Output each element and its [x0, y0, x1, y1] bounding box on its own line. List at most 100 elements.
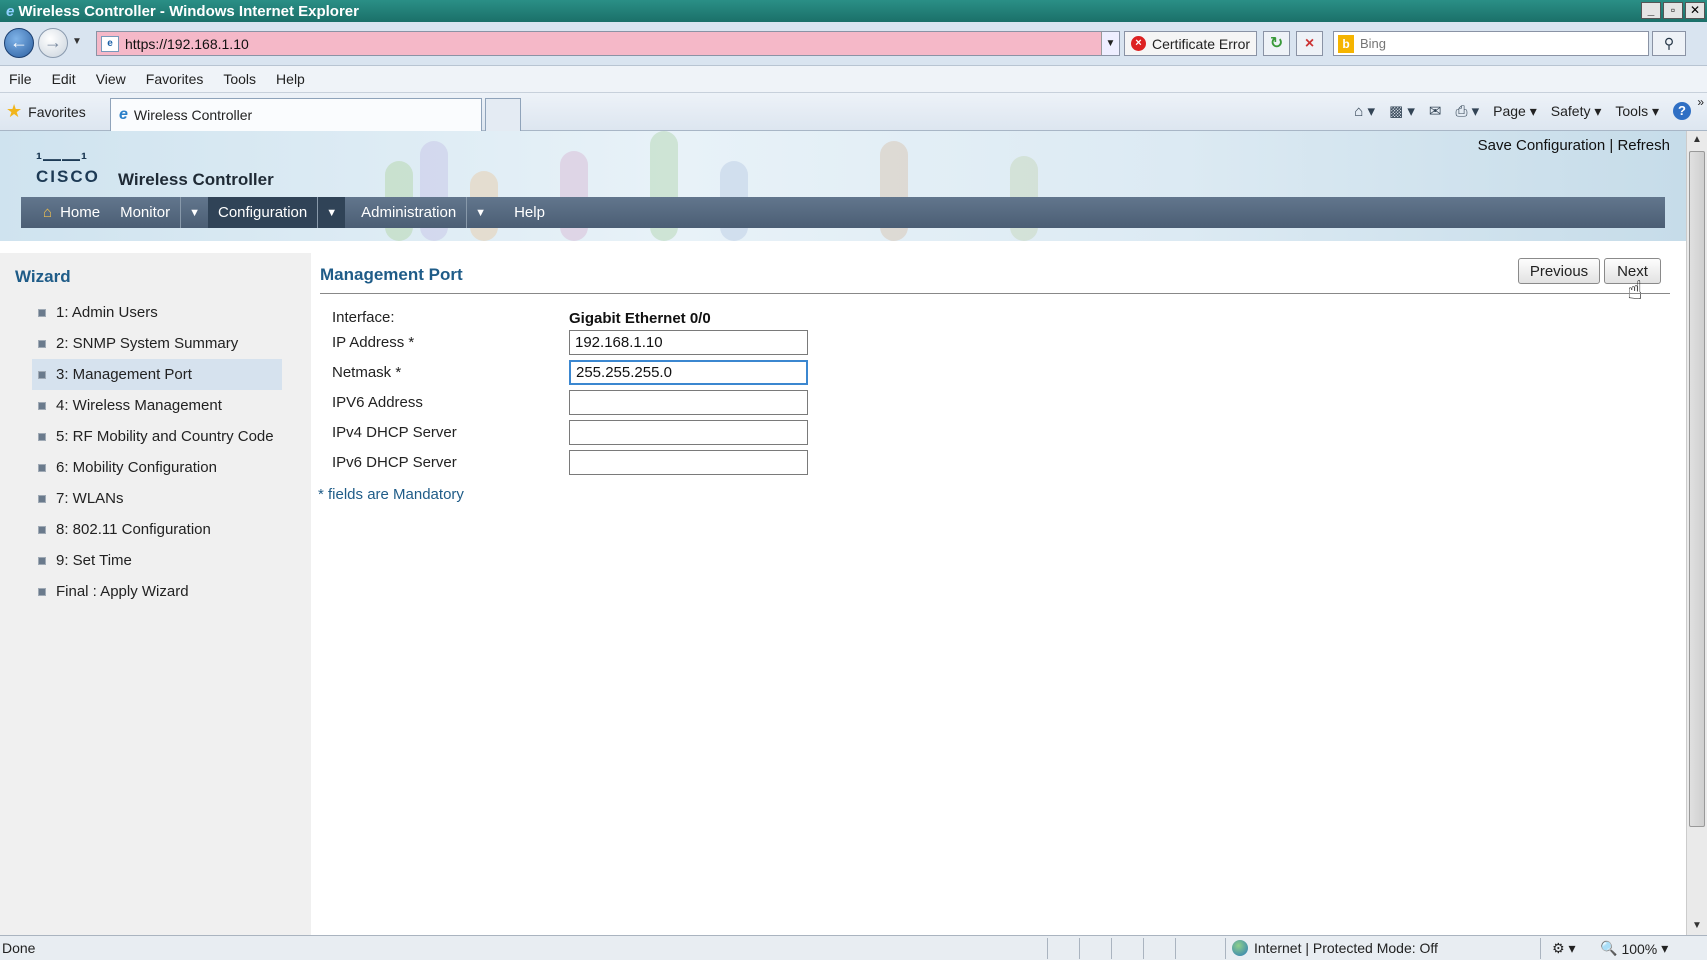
back-arrow-icon[interactable]: ← [4, 28, 34, 58]
cisco-logo: ¹——¹ CISCO [36, 150, 100, 187]
menu-favorites[interactable]: Favorites [146, 71, 204, 87]
address-bar[interactable]: e ▼ [96, 31, 1120, 56]
nav-monitor[interactable]: Monitor [110, 197, 180, 228]
wizard-step-admin-users[interactable]: 1: Admin Users [32, 297, 282, 328]
search-input[interactable] [1360, 36, 1630, 51]
search-box[interactable]: b [1333, 31, 1649, 56]
wizard-step-rf-mobility[interactable]: 5: RF Mobility and Country Code [32, 421, 282, 452]
star-icon: ★ [6, 101, 23, 121]
close-window-button[interactable]: ✕ [1685, 2, 1705, 19]
netmask-label: Netmask * [332, 364, 402, 381]
new-tab-button[interactable] [485, 98, 521, 131]
favorites-button[interactable]: ★ Favorites [6, 101, 86, 122]
url-input[interactable] [125, 35, 1075, 52]
chevron-right-icon[interactable]: » [1697, 95, 1704, 109]
wizard-step-set-time[interactable]: 9: Set Time [32, 545, 282, 576]
ipv4-dhcp-row: IPv4 DHCP Server [332, 420, 1132, 446]
maximize-button[interactable]: ▫ [1663, 2, 1683, 19]
page-menu[interactable]: Page ▾ [1493, 103, 1537, 120]
wizard-step-wireless-management[interactable]: 4: Wireless Management [32, 390, 282, 421]
configuration-dropdown-icon[interactable]: ▼ [317, 197, 346, 228]
nav-help[interactable]: Help [494, 197, 555, 228]
address-toolbar: ← → ▼ e ▼ × Certificate Error ↻ × b ⚲ [0, 22, 1707, 66]
bullet-icon [38, 525, 46, 534]
netmask-input[interactable] [569, 360, 808, 385]
browser-tab[interactable]: e Wireless Controller [110, 98, 482, 131]
ipv6-address-label: IPV6 Address [332, 394, 423, 411]
ipv4-dhcp-input[interactable] [569, 420, 808, 445]
scroll-thumb[interactable] [1689, 151, 1705, 827]
menu-view[interactable]: View [96, 71, 126, 87]
netmask-row: Netmask * [332, 360, 1132, 386]
command-bar: ⌂ ▾ ▩ ▾ ✉ ⎙ ▾ Page ▾ Safety ▾ Tools ▾ ? [1354, 102, 1691, 120]
zoom-control[interactable]: 🔍 100% ▾ [1600, 940, 1668, 957]
tools-menu-label: Tools [1615, 102, 1649, 119]
ipv6-dhcp-input[interactable] [569, 450, 808, 475]
wizard-step-80211-configuration[interactable]: 8: 802.11 Configuration [32, 514, 282, 545]
menu-edit[interactable]: Edit [52, 71, 76, 87]
home-page-icon[interactable]: ⌂ ▾ [1354, 102, 1375, 120]
mail-icon[interactable]: ✉ [1429, 102, 1442, 120]
status-divider [1111, 938, 1112, 959]
step-label: 6: Mobility Configuration [56, 459, 217, 476]
nav-configuration-label: Configuration [218, 204, 308, 221]
page-menu-label: Page [1493, 102, 1526, 119]
refresh-icon[interactable]: ↻ [1263, 31, 1290, 56]
wizard-step-wlans[interactable]: 7: WLANs [32, 483, 282, 514]
ipv4-dhcp-label: IPv4 DHCP Server [332, 424, 457, 441]
scroll-up-icon[interactable]: ▲ [1687, 131, 1707, 149]
safety-menu[interactable]: Safety ▾ [1551, 103, 1602, 120]
refresh-link[interactable]: Refresh [1617, 137, 1670, 154]
stop-icon[interactable]: × [1296, 31, 1323, 56]
nav-monitor-label: Monitor [120, 204, 171, 221]
product-name: Wireless Controller [118, 170, 274, 189]
ie-logo-icon: e [6, 2, 15, 20]
minimize-button[interactable]: _ [1641, 2, 1661, 19]
menu-help[interactable]: Help [276, 71, 305, 87]
save-configuration-link[interactable]: Save Configuration [1478, 137, 1606, 154]
bullet-icon [38, 494, 46, 503]
administration-dropdown-icon[interactable]: ▼ [466, 197, 494, 228]
ipv6-address-input[interactable] [569, 390, 808, 415]
nav-home[interactable]: ⌂ Home [21, 197, 110, 228]
menu-file[interactable]: File [9, 71, 32, 87]
bullet-icon [38, 401, 46, 410]
forward-arrow-icon[interactable]: → [38, 28, 68, 58]
globe-icon [1232, 940, 1248, 956]
tools-menu[interactable]: Tools ▾ [1615, 103, 1659, 120]
mandatory-note: * fields are Mandatory [318, 486, 464, 503]
error-x-icon: × [1131, 36, 1146, 51]
cisco-wordmark: CISCO [36, 167, 100, 186]
ip-address-input[interactable] [569, 330, 808, 355]
security-zone[interactable]: Internet | Protected Mode: Off [1232, 940, 1438, 956]
step-label: 8: 802.11 Configuration [56, 521, 211, 538]
address-dropdown-icon[interactable]: ▼ [1101, 32, 1119, 55]
window-title-bar: e Wireless Controller - Windows Internet… [0, 0, 1707, 22]
vertical-scrollbar[interactable]: ▲ ▼ [1686, 131, 1707, 935]
protected-mode-icon[interactable]: ⚙ ▾ [1552, 940, 1575, 957]
management-port-panel: Management Port Previous Next ☝ Interfac… [311, 253, 1686, 935]
wizard-step-snmp-system-summary[interactable]: 2: SNMP System Summary [32, 328, 282, 359]
nav-administration-label: Administration [361, 204, 457, 221]
feeds-icon[interactable]: ▩ ▾ [1389, 102, 1415, 120]
step-label: 3: Management Port [56, 366, 192, 383]
step-label: Final : Apply Wizard [56, 583, 189, 600]
wizard-step-apply-wizard[interactable]: Final : Apply Wizard [32, 576, 282, 607]
wizard-step-mobility-configuration[interactable]: 6: Mobility Configuration [32, 452, 282, 483]
certificate-error-button[interactable]: × Certificate Error [1124, 31, 1257, 56]
menu-tools[interactable]: Tools [223, 71, 256, 87]
wizard-step-management-port[interactable]: 3: Management Port [32, 359, 282, 390]
status-divider [1047, 938, 1048, 959]
bullet-icon [38, 432, 46, 441]
nav-configuration[interactable]: Configuration [208, 197, 318, 228]
monitor-dropdown-icon[interactable]: ▼ [180, 197, 208, 228]
history-dropdown-icon[interactable]: ▼ [72, 36, 82, 47]
scroll-down-icon[interactable]: ▼ [1687, 917, 1707, 935]
search-icon[interactable]: ⚲ [1652, 31, 1686, 56]
nav-administration[interactable]: Administration [345, 197, 466, 228]
page-title: Management Port [320, 265, 463, 284]
previous-button[interactable]: Previous [1518, 258, 1600, 284]
print-icon[interactable]: ⎙ ▾ [1455, 102, 1479, 120]
ip-address-row: IP Address * [332, 330, 1132, 356]
help-icon[interactable]: ? [1673, 102, 1691, 120]
